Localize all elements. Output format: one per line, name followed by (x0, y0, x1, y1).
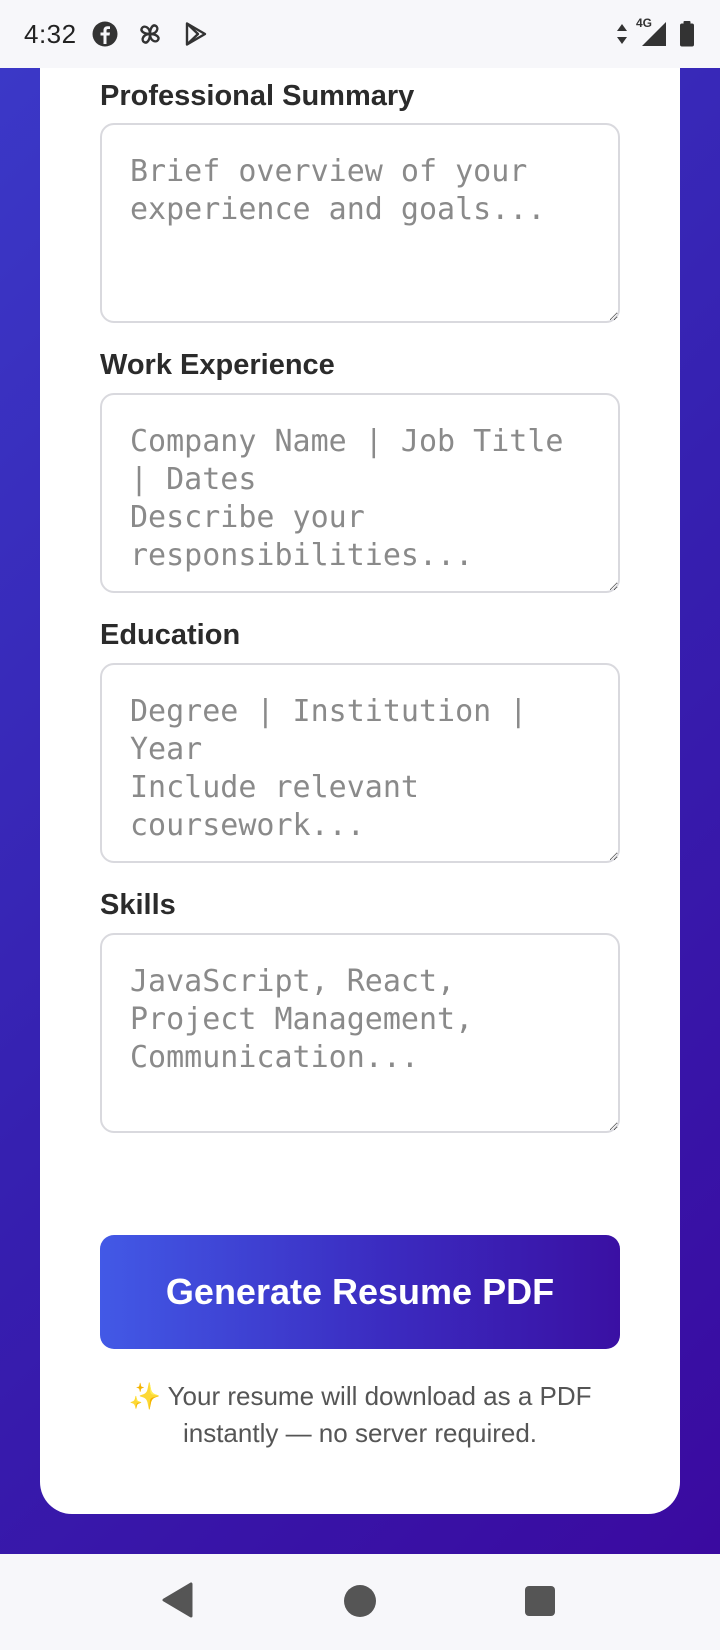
navigation-bar (0, 1554, 720, 1650)
skills-textarea[interactable] (100, 933, 620, 1133)
skills-label: Skills (100, 889, 176, 921)
summary-textarea[interactable] (100, 123, 620, 323)
status-bar: 4:32 4G (0, 0, 720, 68)
experience-textarea[interactable] (100, 393, 620, 593)
recents-icon[interactable] (524, 1585, 556, 1617)
generate-resume-button[interactable]: Generate Resume PDF (100, 1235, 620, 1349)
play-store-icon (181, 20, 209, 48)
network-type-label: 4G (636, 16, 653, 30)
notification-icons (91, 19, 209, 49)
facebook-icon (91, 20, 119, 48)
education-textarea[interactable] (100, 663, 620, 863)
data-arrows-icon (616, 22, 628, 46)
back-icon[interactable] (160, 1580, 194, 1620)
system-icons: 4G (616, 16, 696, 48)
home-icon[interactable] (343, 1584, 377, 1618)
pinwheel-icon (135, 19, 165, 49)
experience-label: Work Experience (100, 349, 335, 381)
resume-form-card: Professional Summary Work Experience Edu… (40, 68, 680, 1514)
download-note: ✨ Your resume will download as a PDF ins… (128, 1381, 592, 1448)
signal-icon: 4G (636, 16, 668, 48)
battery-icon (678, 20, 696, 48)
education-label: Education (100, 619, 241, 651)
status-time: 4:32 (24, 18, 77, 49)
summary-label: Professional Summary (100, 80, 415, 112)
